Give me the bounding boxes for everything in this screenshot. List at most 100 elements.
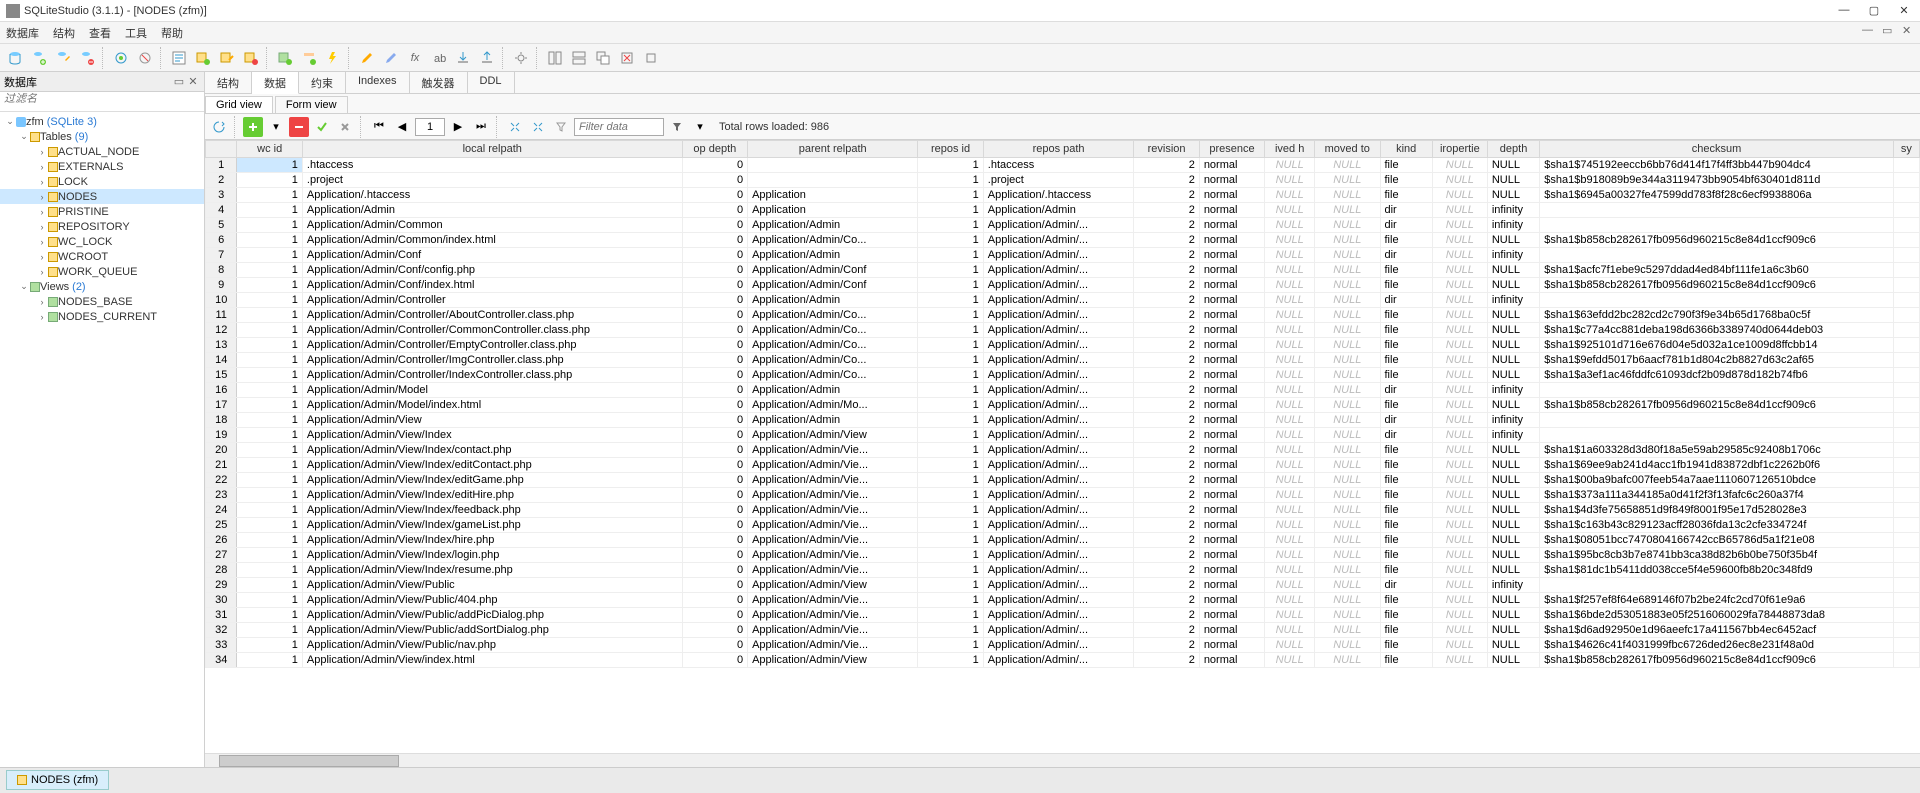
table-row[interactable]: 26 1 Application/Admin/View/Index/hire.p… [206,533,1920,548]
table-row[interactable]: 33 1 Application/Admin/View/Public/nav.p… [206,638,1920,653]
db-remove-icon[interactable] [76,47,98,69]
commit-icon[interactable] [312,117,332,137]
filter-input[interactable] [574,118,664,136]
edit2-icon[interactable] [380,47,402,69]
db-tree[interactable]: ⌄ zfm (SQLite 3) ⌄ Tables(9) › ACTUAL_NO… [0,112,204,767]
table-edit-icon[interactable] [216,47,238,69]
col-header[interactable]: iropertie [1432,141,1487,158]
table-row[interactable]: 23 1 Application/Admin/View/Index/editHi… [206,488,1920,503]
menu-tools[interactable]: 工具 [125,25,147,41]
col-header[interactable]: op depth [682,141,747,158]
rollback-icon[interactable] [335,117,355,137]
collation-icon[interactable]: ab [428,47,450,69]
table-row[interactable]: 29 1 Application/Admin/View/Public 0 App… [206,578,1920,593]
maximize-button[interactable]: ▢ [1868,4,1880,17]
close-all-icon[interactable] [616,47,638,69]
cascade-icon[interactable] [592,47,614,69]
tab-触发器[interactable]: 触发器 [410,72,468,93]
tab-约束[interactable]: 约束 [299,72,346,93]
panel-float-icon[interactable]: ▭ [172,75,186,88]
export-icon[interactable] [476,47,498,69]
tree-table-WCROOT[interactable]: › WCROOT [0,249,204,264]
table-row[interactable]: 16 1 Application/Admin/Model 0 Applicati… [206,383,1920,398]
table-row[interactable]: 34 1 Application/Admin/View/index.html 0… [206,653,1920,668]
close-button[interactable]: ✕ [1898,4,1910,17]
table-row[interactable]: 8 1 Application/Admin/Conf/config.php 0 … [206,263,1920,278]
table-row[interactable]: 6 1 Application/Admin/Common/index.html … [206,233,1920,248]
import-icon[interactable] [452,47,474,69]
table-row[interactable]: 20 1 Application/Admin/View/Index/contac… [206,443,1920,458]
table-row[interactable]: 5 1 Application/Admin/Common 0 Applicati… [206,218,1920,233]
tree-table-WORK_QUEUE[interactable]: › WORK_QUEUE [0,264,204,279]
table-row[interactable]: 14 1 Application/Admin/Controller/ImgCon… [206,353,1920,368]
horizontal-scrollbar[interactable] [205,753,1920,767]
settings-icon[interactable] [510,47,532,69]
add-row-dropdown-icon[interactable]: ▾ [266,117,286,137]
table-delete-icon[interactable] [240,47,262,69]
table-row[interactable]: 28 1 Application/Admin/View/Index/resume… [206,563,1920,578]
col-header[interactable]: repos path [983,141,1134,158]
scrollbar-thumb[interactable] [219,755,399,767]
subtab-Grid-view[interactable]: Grid view [205,96,273,113]
delete-row-icon[interactable] [289,117,309,137]
menu-structure[interactable]: 结构 [53,25,75,41]
subtab-Form-view[interactable]: Form view [275,96,348,113]
table-row[interactable]: 27 1 Application/Admin/View/Index/login.… [206,548,1920,563]
mdi-close-button[interactable]: ✕ [1902,24,1914,37]
page-number-input[interactable] [415,118,445,136]
mdi-restore-button[interactable]: ▭ [1882,24,1894,37]
tile-h-icon[interactable] [544,47,566,69]
tree-table-WC_LOCK[interactable]: › WC_LOCK [0,234,204,249]
window-tab[interactable]: NODES (zfm) [6,770,109,790]
table-row[interactable]: 31 1 Application/Admin/View/Public/addPi… [206,608,1920,623]
db-add-icon[interactable] [28,47,50,69]
clear-filter-icon[interactable] [551,117,571,137]
table-add-icon[interactable] [192,47,214,69]
panel-close-icon[interactable]: ✕ [186,75,200,88]
tree-views-node[interactable]: ⌄ Views(2) [0,279,204,294]
table-row[interactable]: 4 1 Application/Admin 0 Application 1 Ap… [206,203,1920,218]
trigger-add-icon[interactable] [322,47,344,69]
tree-table-ACTUAL_NODE[interactable]: › ACTUAL_NODE [0,144,204,159]
disconnect-icon[interactable] [134,47,156,69]
mdi-minimize-button[interactable]: — [1862,24,1874,37]
tree-view-NODES_CURRENT[interactable]: › NODES_CURRENT [0,309,204,324]
table-row[interactable]: 19 1 Application/Admin/View/Index 0 Appl… [206,428,1920,443]
add-row-icon[interactable] [243,117,263,137]
tree-table-LOCK[interactable]: › LOCK [0,174,204,189]
col-header[interactable]: wc id [237,141,302,158]
index-add-icon[interactable] [298,47,320,69]
col-header[interactable]: checksum [1540,141,1894,158]
filter-apply-icon[interactable] [667,117,687,137]
table-row[interactable]: 18 1 Application/Admin/View 0 Applicatio… [206,413,1920,428]
filter-dropdown-icon[interactable]: ▾ [690,117,710,137]
table-row[interactable]: 22 1 Application/Admin/View/Index/editGa… [206,473,1920,488]
fit-columns-icon[interactable] [505,117,525,137]
col-header[interactable]: kind [1380,141,1432,158]
table-row[interactable]: 2 1 .project 0 1 .project 2 normal NULL … [206,173,1920,188]
tree-tables-node[interactable]: ⌄ Tables(9) [0,129,204,144]
table-row[interactable]: 21 1 Application/Admin/View/Index/editCo… [206,458,1920,473]
first-page-icon[interactable]: ⏮ [369,117,389,137]
table-row[interactable]: 3 1 Application/.htaccess 0 Application … [206,188,1920,203]
col-header[interactable]: depth [1487,141,1539,158]
sql-editor-icon[interactable] [168,47,190,69]
db-connect-icon[interactable] [4,47,26,69]
view-add-icon[interactable] [274,47,296,69]
tree-table-NODES[interactable]: › NODES [0,189,204,204]
tab-DDL[interactable]: DDL [468,72,515,93]
table-row[interactable]: 10 1 Application/Admin/Controller 0 Appl… [206,293,1920,308]
col-header[interactable]: moved to [1315,141,1380,158]
tree-db-node[interactable]: ⌄ zfm (SQLite 3) [0,114,204,129]
table-row[interactable]: 12 1 Application/Admin/Controller/Common… [206,323,1920,338]
function-icon[interactable]: fx [404,47,426,69]
refresh-icon[interactable] [209,117,229,137]
tab-结构[interactable]: 结构 [205,72,252,93]
tab-数据[interactable]: 数据 [252,72,299,94]
col-header[interactable]: revision [1134,141,1199,158]
last-page-icon[interactable]: ⏭ [471,117,491,137]
prev-page-icon[interactable]: ◀ [392,117,412,137]
table-row[interactable]: 15 1 Application/Admin/Controller/IndexC… [206,368,1920,383]
menu-view[interactable]: 查看 [89,25,111,41]
table-row[interactable]: 13 1 Application/Admin/Controller/EmptyC… [206,338,1920,353]
